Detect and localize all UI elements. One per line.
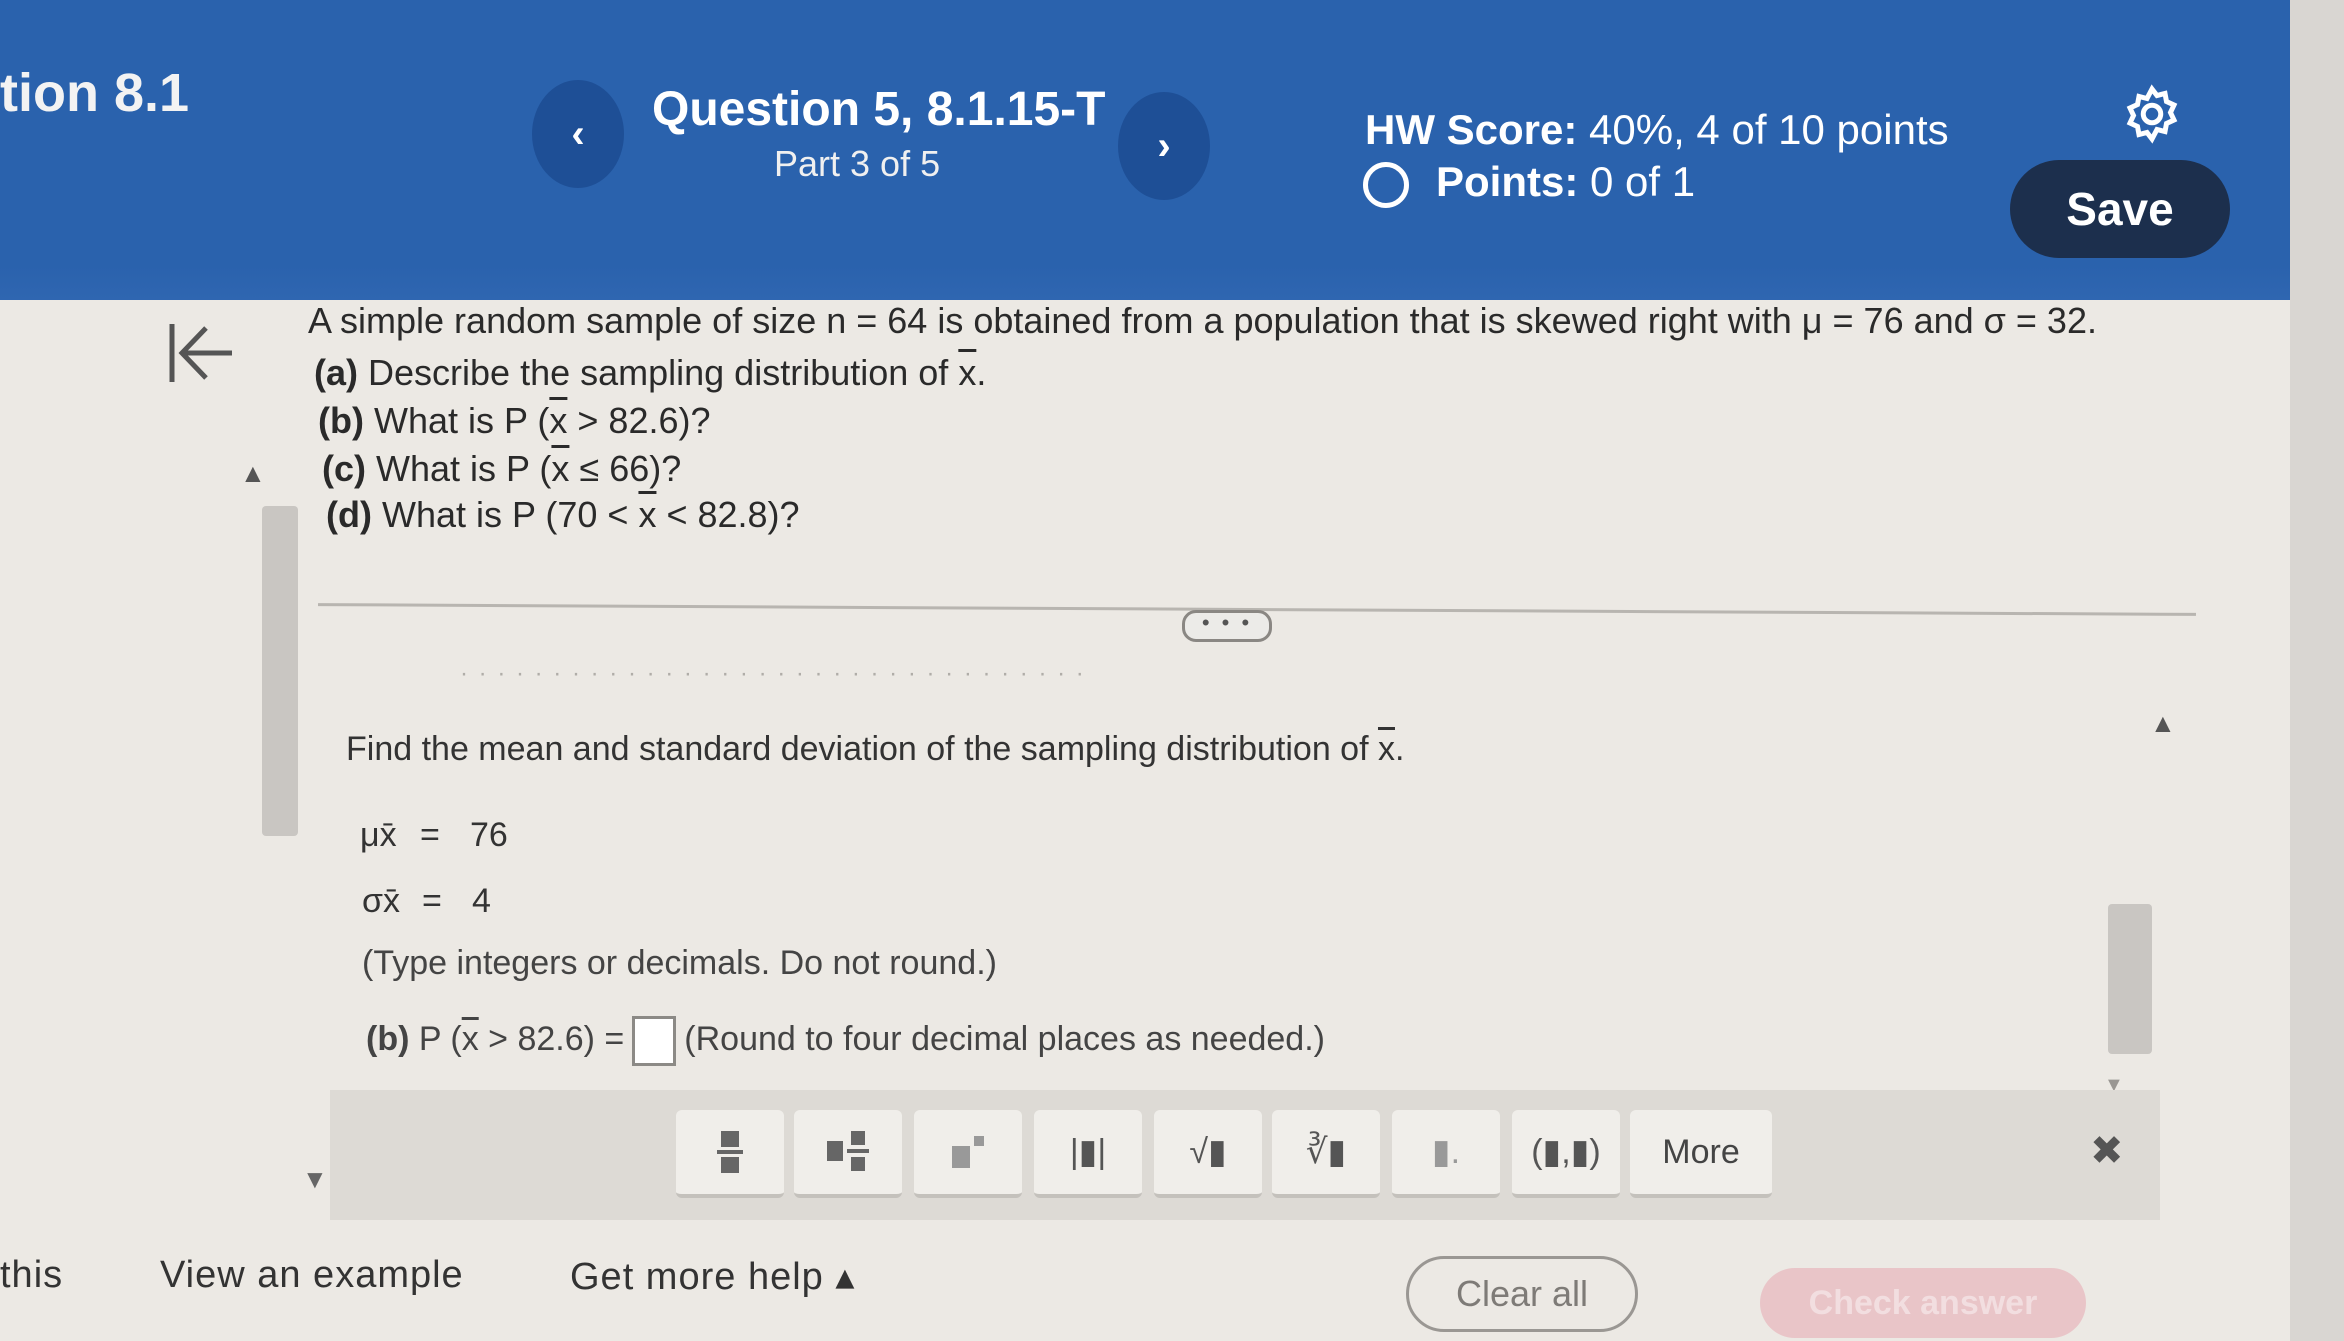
clear-all-button[interactable]: Clear all <box>1406 1256 1638 1332</box>
square-root-button[interactable]: √▮ <box>1154 1110 1262 1198</box>
absolute-value-button[interactable]: |▮| <box>1034 1110 1142 1198</box>
question-part: Part 3 of 5 <box>774 143 941 184</box>
hw-score-label: HW Score: <box>1365 106 1578 153</box>
question-part-a: (a) Describe the sampling distribution o… <box>314 352 986 394</box>
mu-equals: = <box>420 816 440 854</box>
question-intro: A simple random sample of size n = 64 is… <box>308 300 2097 341</box>
scroll-up-arrow-icon[interactable]: ▲ <box>240 458 266 489</box>
find-end: . <box>1394 730 1405 768</box>
question-scrollbar[interactable] <box>262 506 298 836</box>
part-a-label: (a) <box>314 352 358 393</box>
sigma-value[interactable]: 4 <box>472 882 491 920</box>
x-bar: x <box>549 400 568 441</box>
part-c-end: ≤ 66)? <box>579 448 682 489</box>
part-c-open: ( <box>539 448 552 489</box>
mu-value[interactable]: 76 <box>470 816 508 854</box>
mu-symbol: μx̄ <box>360 816 397 854</box>
section-title: tion 8.1 <box>0 63 190 123</box>
chevron-left-icon: ‹ <box>571 111 585 156</box>
part-b-text: What is P <box>373 400 528 441</box>
question-part-d: (d) What is P (70 < x < 82.8)? <box>326 494 800 536</box>
part-c-label: (c) <box>322 448 366 489</box>
exponent-button[interactable] <box>914 1110 1022 1198</box>
part-b-hint: (Round to four decimal places as needed.… <box>684 1019 1325 1058</box>
collapse-panel-icon[interactable] <box>166 320 236 386</box>
save-button[interactable]: Save <box>2010 160 2230 258</box>
find-text: Find the mean and standard deviation of … <box>346 730 1369 768</box>
get-more-help-link[interactable]: Get more help ▴ <box>570 1254 855 1299</box>
points-value: 0 of 1 <box>1590 158 1696 205</box>
decimal-icon: ▮. <box>1431 1133 1461 1171</box>
faded-text-line: · · · · · · · · · · · · · · · · · · · · … <box>460 660 1086 687</box>
part-b-answer-label: (b) <box>366 1019 410 1058</box>
previous-question-button[interactable]: ‹ <box>532 80 624 188</box>
question-part-c: (c) What is P (x ≤ 66)? <box>322 448 681 490</box>
x-bar: x <box>958 352 977 393</box>
question-title: Question 5, 8.1.15-T <box>652 83 1106 136</box>
part-d-label: (d) <box>326 494 372 535</box>
part-a-text: Describe the sampling distribution of <box>368 352 949 393</box>
part-c-text: What is P <box>376 448 530 489</box>
exponent-icon <box>952 1136 984 1168</box>
points: Points: 0 of 1 <box>1436 158 1695 206</box>
fraction-button[interactable] <box>676 1110 784 1198</box>
answer-scrollbar[interactable] <box>2108 904 2152 1054</box>
x-bar: x <box>551 448 570 489</box>
square-root-icon: √▮ <box>1189 1133 1227 1171</box>
fraction-icon <box>717 1131 743 1173</box>
points-status-icon <box>1363 162 1409 208</box>
decimal-button[interactable]: ▮. <box>1392 1110 1500 1198</box>
find-instruction: Find the mean and standard deviation of … <box>346 730 1404 769</box>
part-b-answer-row: (b) P (x > 82.6) = (Round to four decimal… <box>366 1016 1325 1066</box>
sigma-symbol: σx̄ <box>362 882 400 920</box>
std-dev-row: σx̄ = 4 <box>362 882 491 921</box>
chevron-right-icon: › <box>1157 123 1171 168</box>
type-hint: (Type integers or decimals. Do not round… <box>362 944 997 982</box>
hw-score: HW Score: 40%, 4 of 10 points <box>1365 106 1949 154</box>
hw-score-value: 40%, 4 of 10 points <box>1589 106 1949 153</box>
part-d-end: < 82.8)? <box>666 494 800 535</box>
scroll-up-arrow-icon[interactable]: ▲ <box>2150 708 2176 739</box>
scroll-down-arrow-icon[interactable]: ▼ <box>302 1164 328 1195</box>
mean-row: μx̄ = 76 <box>360 816 508 855</box>
x-bar: x <box>461 1019 479 1058</box>
gear-icon[interactable] <box>2122 84 2182 144</box>
x-bar: x <box>1377 730 1395 768</box>
mixed-number-button[interactable] <box>794 1110 902 1198</box>
check-answer-button[interactable]: Check answer <box>1760 1268 2086 1338</box>
mixed-number-icon <box>827 1131 869 1171</box>
part-a-end: . <box>976 352 987 393</box>
part-b-label: (b) <box>318 400 364 441</box>
part-b-expr: P ( <box>418 1019 462 1058</box>
nth-root-button[interactable]: ∛▮ <box>1272 1110 1380 1198</box>
part-b-end: > 82.6)? <box>577 400 711 441</box>
view-example-link[interactable]: View an example <box>160 1254 464 1297</box>
interval-button[interactable]: (▮,▮) <box>1512 1110 1620 1198</box>
part-b-open: ( <box>537 400 550 441</box>
part-b-expr-end: > 82.6) = <box>488 1019 625 1058</box>
sigma-equals: = <box>422 882 442 920</box>
expand-handle[interactable]: • • • <box>1182 610 1272 642</box>
help-link-this[interactable]: this <box>0 1254 63 1297</box>
nth-root-icon: ∛▮ <box>1305 1133 1347 1171</box>
question-part-b: (b) What is P (x > 82.6)? <box>318 400 711 442</box>
answer-input[interactable] <box>632 1016 677 1066</box>
x-bar: x <box>638 494 657 535</box>
absolute-value-icon: |▮| <box>1069 1133 1107 1171</box>
window-edge <box>2290 0 2344 1341</box>
points-label: Points: <box>1436 158 1579 205</box>
close-icon[interactable]: ✖ <box>2090 1128 2124 1174</box>
next-question-button[interactable]: › <box>1118 92 1210 200</box>
more-button[interactable]: More <box>1630 1110 1772 1198</box>
interval-icon: (▮,▮) <box>1531 1133 1601 1171</box>
part-d-text: What is P (70 < <box>381 494 629 535</box>
